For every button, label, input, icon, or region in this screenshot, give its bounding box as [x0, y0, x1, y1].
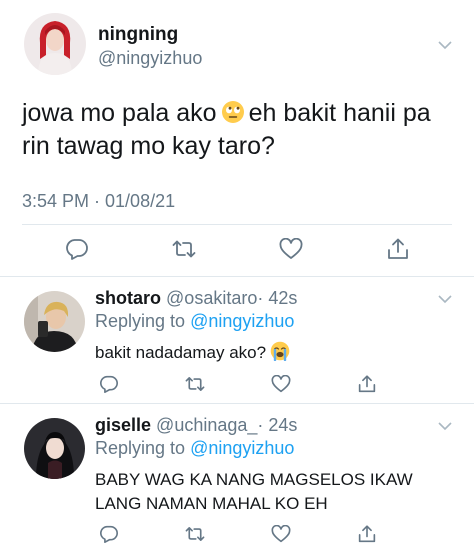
timestamp[interactable]: 3:54 PM · 01/08/21: [22, 191, 175, 212]
reply-icon[interactable]: [99, 375, 119, 393]
tweet-text-part-1: jowa mo pala ako: [22, 99, 217, 127]
chevron-down-icon[interactable]: [438, 421, 452, 431]
reply-header: giselle @uchinaga_· 24s: [95, 415, 297, 436]
like-icon[interactable]: [271, 375, 291, 393]
replying-to: Replying to @ningyizhuo: [95, 311, 294, 332]
avatar[interactable]: [24, 291, 85, 352]
display-name[interactable]: ningning: [98, 24, 178, 46]
avatar[interactable]: [24, 418, 85, 479]
replying-to-label: Replying to: [95, 438, 186, 458]
handle[interactable]: @osakitaro: [166, 288, 257, 308]
share-icon[interactable]: [386, 238, 410, 260]
divider: [22, 224, 452, 225]
retweet-icon[interactable]: [185, 525, 205, 543]
share-icon[interactable]: [357, 525, 377, 543]
like-icon[interactable]: [279, 238, 303, 260]
chevron-down-icon[interactable]: [438, 294, 452, 304]
reply-icon[interactable]: [99, 525, 119, 543]
handle[interactable]: @ningyizhuo: [98, 48, 202, 69]
replying-to: Replying to @ningyizhuo: [95, 438, 294, 459]
reply-header: shotaro @osakitaro· 42s: [95, 288, 297, 309]
display-name[interactable]: giselle: [95, 415, 151, 435]
mention-link[interactable]: @ningyizhuo: [190, 438, 294, 458]
loudly-crying-face-icon: [270, 341, 290, 361]
reply-text: BABY WAG KA NANG MAGSELOS IKAW LANG NAMA…: [95, 470, 413, 513]
face-with-rolling-eyes-icon: [221, 100, 245, 124]
chevron-down-icon[interactable]: [438, 40, 452, 50]
main-tweet: ningning @ningyizhuo jowa mo pala ako eh…: [0, 0, 474, 277]
retweet-icon[interactable]: [172, 238, 196, 260]
handle[interactable]: @uchinaga_: [156, 415, 257, 435]
avatar[interactable]: [24, 13, 86, 75]
reply-text: bakit nadadamay ako?: [95, 341, 455, 365]
replying-to-label: Replying to: [95, 311, 186, 331]
reply-time: · 42s: [257, 288, 298, 308]
tweet-text: jowa mo pala ako eh bakit hanii pa rin t…: [22, 97, 462, 163]
like-icon[interactable]: [271, 525, 291, 543]
reply-icon[interactable]: [65, 238, 89, 260]
reply-time: · 24s: [257, 415, 298, 435]
reply-text-content: bakit nadadamay ako?: [95, 343, 267, 362]
reply-tweet[interactable]: giselle @uchinaga_· 24s Replying to @nin…: [0, 404, 474, 556]
display-name[interactable]: shotaro: [95, 288, 161, 308]
retweet-icon[interactable]: [185, 375, 205, 393]
reply-tweet[interactable]: shotaro @osakitaro· 42s Replying to @nin…: [0, 277, 474, 404]
share-icon[interactable]: [357, 375, 377, 393]
mention-link[interactable]: @ningyizhuo: [190, 311, 294, 331]
